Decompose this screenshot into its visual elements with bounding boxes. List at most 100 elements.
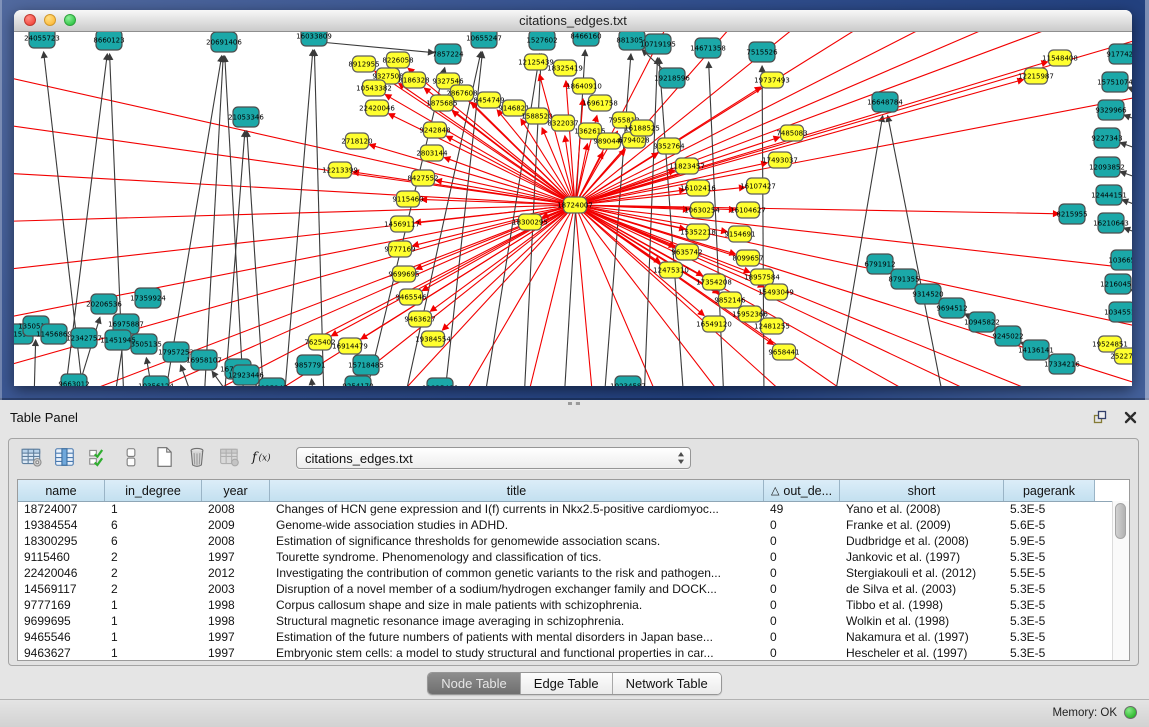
delete-column-button[interactable] xyxy=(182,444,212,472)
column-header-pagerank[interactable]: pagerank xyxy=(1004,480,1095,501)
graph-node[interactable]: 21053346 xyxy=(228,107,264,127)
column-header-name[interactable]: name xyxy=(18,480,105,501)
graph-node[interactable]: 9154691 xyxy=(724,226,755,242)
column-header-year[interactable]: year xyxy=(202,480,270,501)
graph-node[interactable]: 8099657 xyxy=(732,250,763,266)
graph-node[interactable]: 11548408 xyxy=(1042,50,1078,66)
table-row[interactable]: 911546021997Tourette syndrome. Phenomeno… xyxy=(18,549,1113,565)
graph-node[interactable]: 8226058 xyxy=(382,52,413,68)
graph-node[interactable]: 16033809 xyxy=(296,32,332,46)
graph-node[interactable]: 8660123 xyxy=(93,32,124,50)
graph-node[interactable]: 17334216 xyxy=(1044,354,1080,374)
scrollbar-thumb[interactable] xyxy=(1115,503,1126,539)
graph-node[interactable]: 8215955 xyxy=(1056,204,1087,224)
close-panel-icon[interactable] xyxy=(1121,408,1139,426)
graph-node[interactable]: 9115460 xyxy=(392,191,423,207)
table-row[interactable]: 2242004622012Investigating the contribut… xyxy=(18,565,1113,581)
graph-node[interactable]: 12444151 xyxy=(1091,185,1127,205)
graph-node[interactable]: 10234587 xyxy=(610,376,646,386)
import-table-button[interactable] xyxy=(215,444,245,472)
column-header-in-degree[interactable]: in_degree xyxy=(105,480,202,501)
graph-node[interactable]: 16648784 xyxy=(867,92,903,112)
graph-node[interactable]: 14136141 xyxy=(1018,340,1054,360)
column-header-out-de[interactable]: △out_de... xyxy=(764,480,840,501)
graph-node[interactable]: 9177424 xyxy=(1106,44,1132,64)
graph-node[interactable]: 9245022 xyxy=(992,326,1023,346)
graph-node[interactable]: 10345510 xyxy=(1104,302,1132,322)
table-row[interactable]: 1456911722003Disruption of a novel membe… xyxy=(18,581,1113,597)
column-header-short[interactable]: short xyxy=(840,480,1004,501)
table-row[interactable]: 1830029562008Estimation of significance … xyxy=(18,533,1113,549)
graph-node[interactable]: 15352218 xyxy=(680,224,716,240)
tab-node-table[interactable]: Node Table xyxy=(428,673,521,694)
table-row[interactable]: 977716911998Corpus callosum shape and si… xyxy=(18,597,1113,613)
row-selector-button[interactable] xyxy=(116,444,146,472)
graph-node[interactable]: 16961758 xyxy=(582,95,618,111)
graph-node[interactable]: 2803144 xyxy=(416,145,448,161)
show-columns-button[interactable] xyxy=(50,444,80,472)
tab-network-table[interactable]: Network Table xyxy=(613,673,721,694)
tab-edge-table[interactable]: Edge Table xyxy=(521,673,613,694)
graph-node[interactable]: 9777169 xyxy=(384,241,415,257)
graph-node[interactable]: 9463627 xyxy=(404,311,435,327)
table-row[interactable]: 946554611997Estimation of the future num… xyxy=(18,629,1113,645)
graph-node[interactable]: 14569117 xyxy=(384,216,420,232)
table-row[interactable]: 946362711997Embryonic stem cells: a mode… xyxy=(18,645,1113,660)
graph-node[interactable]: 18957584 xyxy=(744,269,780,285)
graph-node[interactable]: 7485083 xyxy=(776,125,807,141)
graph-node[interactable]: 16104627 xyxy=(730,202,766,218)
graph-node[interactable]: 8912955 xyxy=(348,56,379,72)
graph-node[interactable]: 15751074 xyxy=(1097,72,1132,92)
graph-node[interactable]: 16958107 xyxy=(186,350,222,370)
graph-node[interactable]: 9852146 xyxy=(714,292,746,308)
graph-node[interactable]: 9663012 xyxy=(58,374,89,386)
graph-node[interactable]: 8466160 xyxy=(570,32,601,46)
graph-node[interactable]: 12215987 xyxy=(1018,68,1054,84)
graph-node[interactable]: 9694512 xyxy=(936,298,967,318)
graph-node[interactable]: 16549120 xyxy=(696,316,732,332)
graph-node[interactable]: 7625402 xyxy=(304,334,335,350)
graph-node[interactable]: 11451945 xyxy=(100,330,136,350)
graph-node[interactable]: 1875685 xyxy=(426,95,457,111)
graph-node[interactable]: 10356124 xyxy=(138,376,174,386)
graph-node[interactable]: 1527602 xyxy=(526,32,557,50)
graph-node[interactable]: 1036655 xyxy=(1108,250,1132,270)
graph-node[interactable]: 16210643 xyxy=(1093,213,1129,233)
graph-node[interactable]: 9329966 xyxy=(1095,100,1127,120)
graph-node[interactable]: 9857791 xyxy=(294,355,325,375)
graph-node[interactable]: 9352764 xyxy=(653,138,685,154)
table-settings-button[interactable] xyxy=(17,444,47,472)
graph-node[interactable]: 22420046 xyxy=(359,100,395,116)
graph-node[interactable]: 24055723 xyxy=(24,32,60,48)
graph-node[interactable]: 2718120 xyxy=(341,133,372,149)
graph-node[interactable]: 19218596 xyxy=(654,68,690,88)
table-scrollbar[interactable] xyxy=(1112,501,1129,660)
network-canvas[interactable]: 1872400724055723866012320691406160338097… xyxy=(14,32,1132,386)
graph-node[interactable]: 17359924 xyxy=(130,288,166,308)
graph-node[interactable]: 11235466 xyxy=(422,378,458,386)
graph-node[interactable]: 9699695 xyxy=(388,266,419,282)
graph-node[interactable]: 7515526 xyxy=(746,42,778,62)
function-builder-button[interactable]: f(x) xyxy=(248,444,278,472)
float-panel-icon[interactable] xyxy=(1091,408,1109,426)
graph-node[interactable]: 9254170 xyxy=(342,376,373,386)
graph-node[interactable]: 8427552 xyxy=(407,170,438,186)
table-row[interactable]: 1938455462009Genome-wide association stu… xyxy=(18,517,1113,533)
create-column-button[interactable] xyxy=(149,444,179,472)
graph-node[interactable]: 12342757 xyxy=(66,328,102,348)
selection-mode-button[interactable] xyxy=(83,444,113,472)
graph-node[interactable]: 9227343 xyxy=(1091,128,1122,148)
graph-node[interactable]: 20206536 xyxy=(86,294,122,314)
graph-node[interactable]: 18640910 xyxy=(566,78,602,94)
table-selector-dropdown[interactable]: citations_edges.txt xyxy=(296,447,691,469)
table-row[interactable]: 969969511998Structural magnetic resonanc… xyxy=(18,613,1113,629)
column-header-title[interactable]: title xyxy=(270,480,764,501)
graph-node[interactable]: 7857224 xyxy=(432,44,464,64)
graph-node[interactable]: 12213399 xyxy=(322,162,358,178)
graph-node[interactable]: 9658441 xyxy=(768,344,799,360)
graph-node[interactable]: 9635742 xyxy=(671,244,702,260)
graph-node[interactable]: 9465546 xyxy=(395,289,427,305)
graph-node[interactable]: 9242848 xyxy=(419,122,450,138)
window-titlebar[interactable]: citations_edges.txt xyxy=(14,10,1132,32)
graph-node[interactable]: 16107427 xyxy=(740,178,776,194)
